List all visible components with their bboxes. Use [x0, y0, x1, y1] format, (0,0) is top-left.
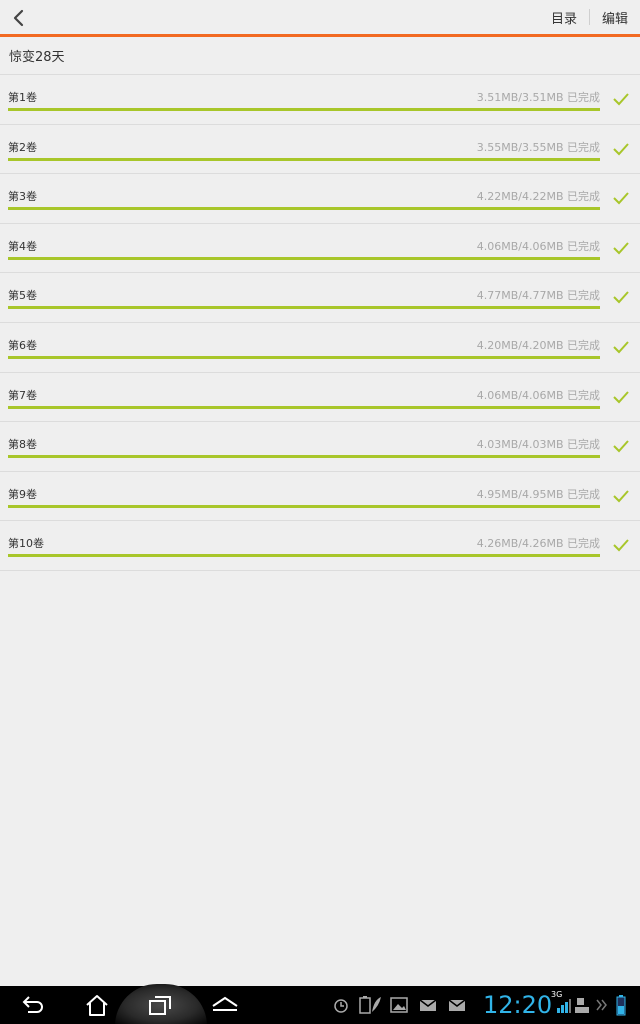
volume-row[interactable]: 第3卷 4.22MB/4.22MB 已完成	[0, 174, 640, 224]
progress-fill	[8, 405, 600, 409]
volume-name: 第3卷	[8, 190, 37, 204]
volume-name: 第2卷	[8, 140, 37, 154]
catalog-button[interactable]: 目录	[539, 8, 589, 27]
progress-fill	[8, 504, 600, 508]
alarm-icon	[334, 999, 348, 1013]
top-bar: 目录 编辑	[0, 0, 640, 37]
download-progress-bar	[8, 455, 600, 459]
signal-icon	[557, 999, 571, 1013]
check-icon	[612, 240, 630, 256]
volume-list: 第1卷 3.51MB/3.51MB 已完成第2卷 3.55MB/3.55MB 已完成…	[0, 74, 640, 571]
volume-row[interactable]: 第1卷 3.51MB/3.51MB 已完成	[0, 75, 640, 125]
volume-name: 第6卷	[8, 338, 37, 352]
volume-name: 第7卷	[8, 388, 37, 402]
system-navigation-bar: 12:20 3G	[0, 984, 640, 1024]
progress-fill	[8, 157, 600, 161]
chevron-left-icon	[13, 9, 24, 27]
download-progress-bar	[8, 554, 600, 558]
download-progress-bar	[8, 207, 600, 211]
check-icon	[612, 537, 630, 553]
chevron-up-icon	[212, 996, 238, 1011]
download-status: 4.20MB/4.20MB 已完成	[476, 338, 600, 352]
battery-saver-icon	[359, 996, 381, 1014]
check-icon	[612, 389, 630, 405]
volume-name: 第4卷	[8, 239, 37, 253]
volume-row[interactable]: 第2卷 3.55MB/3.55MB 已完成	[0, 125, 640, 175]
progress-fill	[8, 554, 600, 558]
progress-fill	[8, 108, 600, 111]
download-status: 3.55MB/3.55MB 已完成	[476, 140, 600, 154]
status-clock: 12:20	[483, 991, 553, 1019]
download-progress-bar	[8, 355, 600, 359]
top-actions: 目录 编辑	[539, 0, 640, 34]
recent-apps-button[interactable]	[147, 992, 173, 1018]
volume-name: 第1卷	[8, 91, 37, 104]
progress-fill	[8, 207, 600, 211]
volume-row[interactable]: 第10卷 4.26MB/4.26MB 已完成	[0, 521, 640, 571]
home-icon	[86, 995, 108, 1016]
volume-name: 第5卷	[8, 289, 37, 303]
progress-fill	[8, 306, 600, 310]
download-progress-bar	[8, 256, 600, 260]
download-status: 4.26MB/4.26MB 已完成	[476, 537, 600, 551]
system-back-button[interactable]	[20, 992, 46, 1018]
recent-apps-icon	[149, 996, 171, 1015]
download-status: 4.03MB/4.03MB 已完成	[476, 438, 600, 452]
book-title: 惊变28天	[9, 50, 65, 65]
progress-fill	[8, 455, 600, 459]
volume-name: 第10卷	[8, 537, 44, 551]
download-status: 4.06MB/4.06MB 已完成	[476, 239, 600, 253]
check-icon	[612, 141, 630, 157]
download-progress-bar	[8, 306, 600, 310]
volume-row[interactable]: 第7卷 4.06MB/4.06MB 已完成	[0, 373, 640, 423]
progress-fill	[8, 355, 600, 359]
download-status: 4.06MB/4.06MB 已完成	[476, 388, 600, 402]
check-icon	[612, 190, 630, 206]
check-icon	[612, 488, 630, 504]
download-status: 4.77MB/4.77MB 已完成	[476, 289, 600, 303]
home-button[interactable]	[84, 992, 110, 1018]
mail-icon	[419, 999, 437, 1011]
volume-name: 第9卷	[8, 487, 37, 501]
volume-row[interactable]: 第8卷 4.03MB/4.03MB 已完成	[0, 422, 640, 472]
check-icon	[612, 289, 630, 305]
volume-row[interactable]: 第5卷 4.77MB/4.77MB 已完成	[0, 273, 640, 323]
battery-icon	[616, 995, 626, 1016]
download-status: 4.22MB/4.22MB 已完成	[476, 190, 600, 204]
menu-button[interactable]	[210, 992, 240, 1018]
download-progress-bar	[8, 504, 600, 508]
volume-row[interactable]: 第4卷 4.06MB/4.06MB 已完成	[0, 224, 640, 274]
gallery-icon	[390, 997, 408, 1013]
check-icon	[612, 339, 630, 355]
back-button[interactable]	[8, 6, 30, 30]
progress-fill	[8, 256, 600, 260]
volume-name: 第8卷	[8, 438, 37, 452]
download-status: 4.95MB/4.95MB 已完成	[476, 487, 600, 501]
more-indicators-icon	[596, 999, 607, 1011]
volume-row[interactable]: 第6卷 4.20MB/4.20MB 已完成	[0, 323, 640, 373]
volume-row[interactable]: 第9卷 4.95MB/4.95MB 已完成	[0, 472, 640, 522]
download-progress-bar	[8, 405, 600, 409]
download-progress-bar	[8, 157, 600, 161]
edit-button[interactable]: 编辑	[590, 8, 640, 27]
mail-icon	[448, 999, 466, 1011]
back-arrow-icon	[22, 996, 43, 1013]
check-icon	[612, 91, 630, 107]
download-progress-bar	[8, 108, 600, 111]
download-status: 3.51MB/3.51MB 已完成	[476, 91, 600, 104]
check-icon	[612, 438, 630, 454]
sim-card-icon	[575, 998, 589, 1013]
